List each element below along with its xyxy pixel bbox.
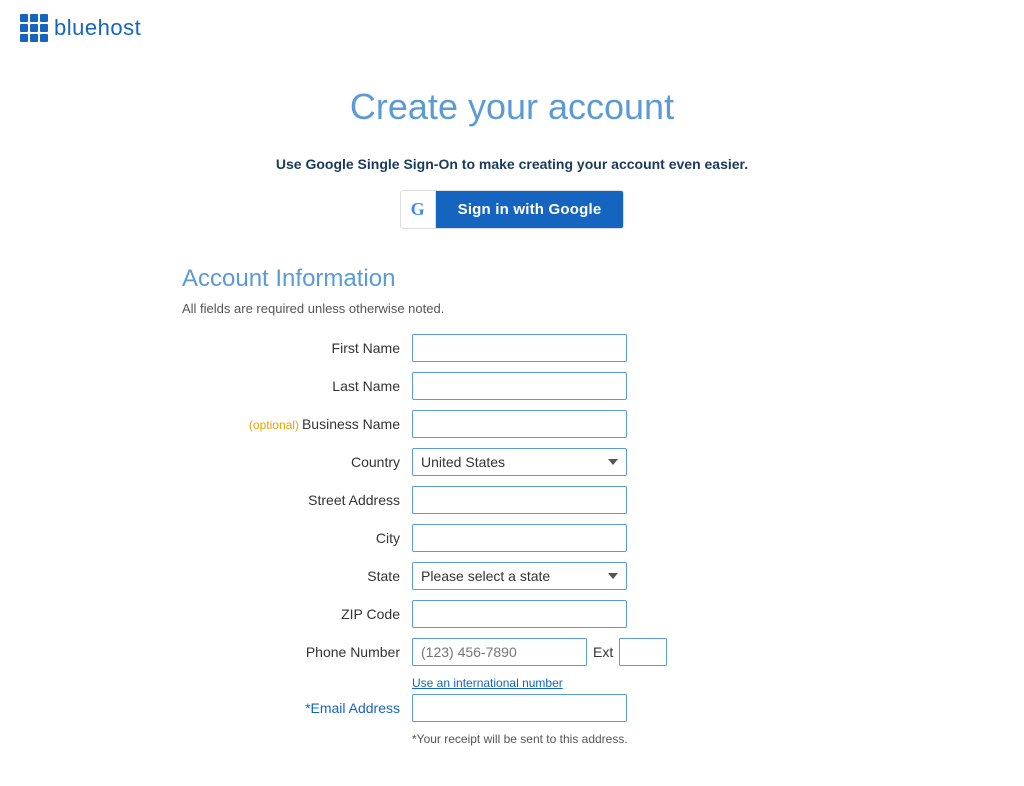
google-button-label: Sign in with Google: [436, 191, 624, 228]
page-title: Create your account: [182, 86, 842, 128]
first-name-label: First Name: [182, 340, 412, 356]
main-content: Create your account Use Google Single Si…: [162, 56, 862, 786]
country-label: Country: [182, 454, 412, 470]
country-select[interactable]: United States Canada United Kingdom: [412, 448, 627, 476]
last-name-row: Last Name: [182, 372, 842, 400]
sign-in-with-google-button[interactable]: G Sign in with Google: [400, 190, 625, 229]
sso-section: Use Google Single Sign-On to make creati…: [182, 156, 842, 229]
city-input[interactable]: [412, 524, 627, 552]
optional-tag: (optional): [249, 418, 299, 432]
required-note: All fields are required unless otherwise…: [182, 301, 842, 316]
zip-code-input[interactable]: [412, 600, 627, 628]
phone-number-row: Phone Number Ext: [182, 638, 842, 666]
email-input[interactable]: [412, 694, 627, 722]
state-row: State Please select a state Alabama Cali…: [182, 562, 842, 590]
street-address-input[interactable]: [412, 486, 627, 514]
account-information-section: Account Information All fields are requi…: [182, 265, 842, 746]
business-name-label: (optional)Business Name: [182, 416, 412, 432]
city-label: City: [182, 530, 412, 546]
last-name-label: Last Name: [182, 378, 412, 394]
state-label: State: [182, 568, 412, 584]
sso-description: Use Google Single Sign-On to make creati…: [182, 156, 842, 172]
phone-number-label: Phone Number: [182, 644, 412, 660]
country-row: Country United States Canada United King…: [182, 448, 842, 476]
ext-label: Ext: [593, 644, 613, 660]
account-section-title: Account Information: [182, 265, 842, 293]
business-name-row: (optional)Business Name: [182, 410, 842, 438]
logo-grid-icon: [20, 14, 48, 42]
zip-code-label: ZIP Code: [182, 606, 412, 622]
business-name-input[interactable]: [412, 410, 627, 438]
street-address-label: Street Address: [182, 492, 412, 508]
state-select[interactable]: Please select a state Alabama California…: [412, 562, 627, 590]
international-number-link[interactable]: Use an international number: [412, 676, 842, 690]
first-name-row: First Name: [182, 334, 842, 362]
email-note: *Your receipt will be sent to this addre…: [412, 732, 842, 746]
page-header: bluehost: [0, 0, 1024, 56]
zip-code-row: ZIP Code: [182, 600, 842, 628]
phone-input[interactable]: [412, 638, 587, 666]
first-name-input[interactable]: [412, 334, 627, 362]
phone-input-group: Ext: [412, 638, 667, 666]
logo-text: bluehost: [54, 15, 141, 41]
email-row: *Email Address: [182, 694, 842, 722]
email-label: *Email Address: [182, 700, 412, 716]
last-name-input[interactable]: [412, 372, 627, 400]
google-g-icon: G: [411, 199, 425, 220]
street-address-row: Street Address: [182, 486, 842, 514]
logo: bluehost: [20, 14, 141, 42]
ext-input[interactable]: [619, 638, 667, 666]
google-icon-box: G: [401, 191, 436, 228]
city-row: City: [182, 524, 842, 552]
